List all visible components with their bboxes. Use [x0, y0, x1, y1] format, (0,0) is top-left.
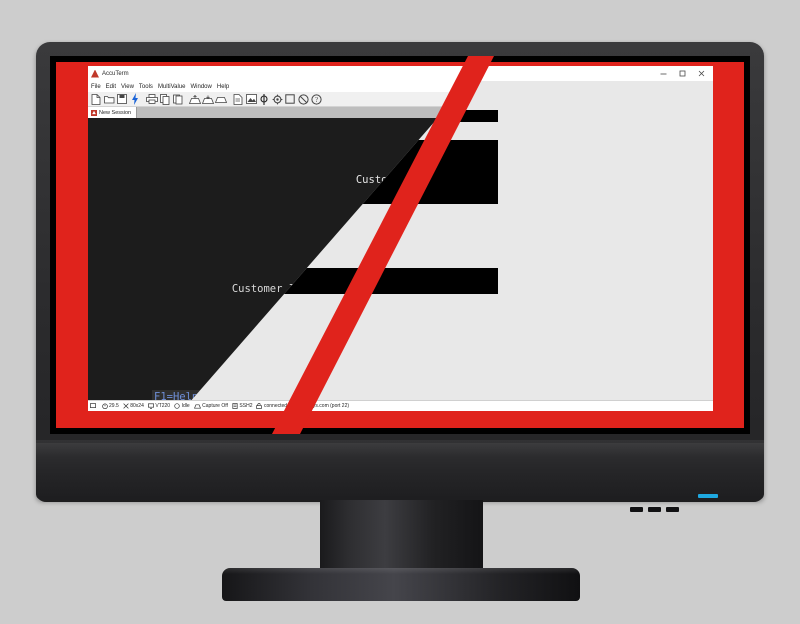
- status-idle: Idle: [174, 403, 190, 409]
- minimize-button[interactable]: [654, 66, 673, 80]
- terminal-scrollbar[interactable]: ▲ ▼: [704, 118, 713, 411]
- terminal-area[interactable]: Customer File Maintenance Customer ID...…: [88, 118, 713, 411]
- monitor-button-3[interactable]: [666, 507, 679, 512]
- transfer-icon[interactable]: [215, 93, 227, 106]
- zumasys-wordmark: zumasys: [632, 121, 694, 137]
- maximize-button[interactable]: [673, 66, 692, 80]
- status-terminal-type: VT220: [147, 403, 171, 409]
- save-icon[interactable]: [116, 93, 128, 106]
- accuterm-icon: [91, 70, 99, 78]
- menu-edit[interactable]: Edit: [106, 84, 116, 90]
- tab-new-session-label: New Session: [99, 109, 132, 116]
- status-connection-text: connected to ...zumasys.com (port 22): [263, 403, 350, 409]
- zumasys-tagline: CONQUER THE CLOUD™: [627, 136, 681, 141]
- image-capture-icon[interactable]: [245, 93, 257, 106]
- copy-icon[interactable]: [159, 93, 171, 106]
- monitor-chin-highlight: [36, 443, 764, 457]
- toolbar: ?: [88, 92, 713, 107]
- status-timer-text: 29.5: [109, 403, 119, 409]
- status-capture-text: Capture Off: [202, 403, 228, 409]
- accuterm-window: AccuTerm File Edit View Tools MultiValue…: [88, 66, 713, 411]
- contact-portrait: [536, 147, 622, 259]
- phi-icon[interactable]: [258, 93, 270, 106]
- settings-gear-icon[interactable]: [271, 93, 283, 106]
- download-icon[interactable]: [202, 93, 214, 106]
- screen-title: Customer File Maintenance: [355, 174, 514, 187]
- timer-icon: [101, 403, 108, 409]
- capture-icon: [193, 403, 201, 409]
- open-folder-icon[interactable]: [103, 93, 115, 106]
- menu-view[interactable]: View: [121, 84, 134, 90]
- monitor-button-1[interactable]: [630, 507, 643, 512]
- terminal-icon: [147, 403, 154, 409]
- menu-file[interactable]: File: [91, 84, 101, 90]
- monitor-screen: AccuTerm File Edit View Tools MultiValue…: [50, 56, 750, 434]
- power-led: [698, 494, 718, 498]
- session-icon: [91, 109, 97, 116]
- status-timer: 29.5: [101, 403, 119, 409]
- disconnect-icon[interactable]: [297, 93, 309, 106]
- scroll-up-arrow[interactable]: ▲: [705, 118, 713, 127]
- zumasys-triangle-mark: [615, 124, 630, 136]
- window-controls: [654, 66, 711, 80]
- status-bar: 29.5 80x24 VT220 Idle Capture Off SSH2 c…: [88, 400, 713, 411]
- status-idle-text: Idle: [181, 403, 190, 409]
- scroll-thumb[interactable]: [706, 128, 713, 154]
- menu-multivalue[interactable]: MultiValue: [158, 84, 186, 90]
- status-protocol-text: SSH2: [239, 403, 253, 409]
- status-capture: Capture Off: [193, 403, 228, 409]
- stop-square-icon[interactable]: [284, 93, 296, 106]
- resize-icon: [123, 403, 129, 409]
- monitor-stand-base: [222, 568, 580, 601]
- value-customer-id[interactable]: 1010: [339, 283, 532, 297]
- field-row-customer-id: Customer ID...... 1010: [92, 270, 698, 297]
- monitor-button-2[interactable]: [648, 507, 661, 512]
- paste-icon[interactable]: [172, 93, 184, 106]
- window-title: AccuTerm: [102, 70, 129, 77]
- monitor-icon: [90, 403, 96, 409]
- menu-window[interactable]: Window: [191, 84, 212, 90]
- label-customer-id: Customer ID......: [231, 283, 340, 296]
- monitor-stand-neck: [320, 500, 483, 573]
- ssh-icon: [232, 403, 238, 409]
- svg-text:?: ?: [314, 96, 317, 104]
- screenshot-stage: AccuTerm File Edit View Tools MultiValue…: [0, 0, 800, 624]
- status-monitor: [90, 403, 98, 409]
- print-icon[interactable]: [146, 93, 158, 106]
- help-icon[interactable]: ?: [310, 93, 322, 106]
- zumasys-logo: zumasys CONQUER THE CLOUD™: [604, 121, 704, 142]
- lock-icon: [256, 403, 263, 409]
- status-connection: connected to ...zumasys.com (port 22): [256, 403, 349, 409]
- menu-help[interactable]: Help: [217, 84, 229, 90]
- idle-icon: [174, 403, 180, 409]
- tab-new-session[interactable]: New Session: [88, 107, 138, 118]
- upload-icon[interactable]: [189, 93, 201, 106]
- script-icon[interactable]: [232, 93, 244, 106]
- window-titlebar: AccuTerm: [88, 66, 713, 81]
- quick-connect-icon[interactable]: [129, 93, 141, 106]
- status-terminal-type-text: VT220: [155, 403, 171, 409]
- status-size-text: 80x24: [130, 403, 144, 409]
- session-tabstrip: New Session: [88, 107, 713, 118]
- status-protocol: SSH2: [232, 403, 253, 409]
- close-button[interactable]: [692, 66, 711, 80]
- menu-bar: File Edit View Tools MultiValue Window H…: [88, 81, 713, 92]
- menu-tools[interactable]: Tools: [139, 84, 153, 90]
- status-size: 80x24: [123, 403, 144, 409]
- new-document-icon[interactable]: [90, 93, 102, 106]
